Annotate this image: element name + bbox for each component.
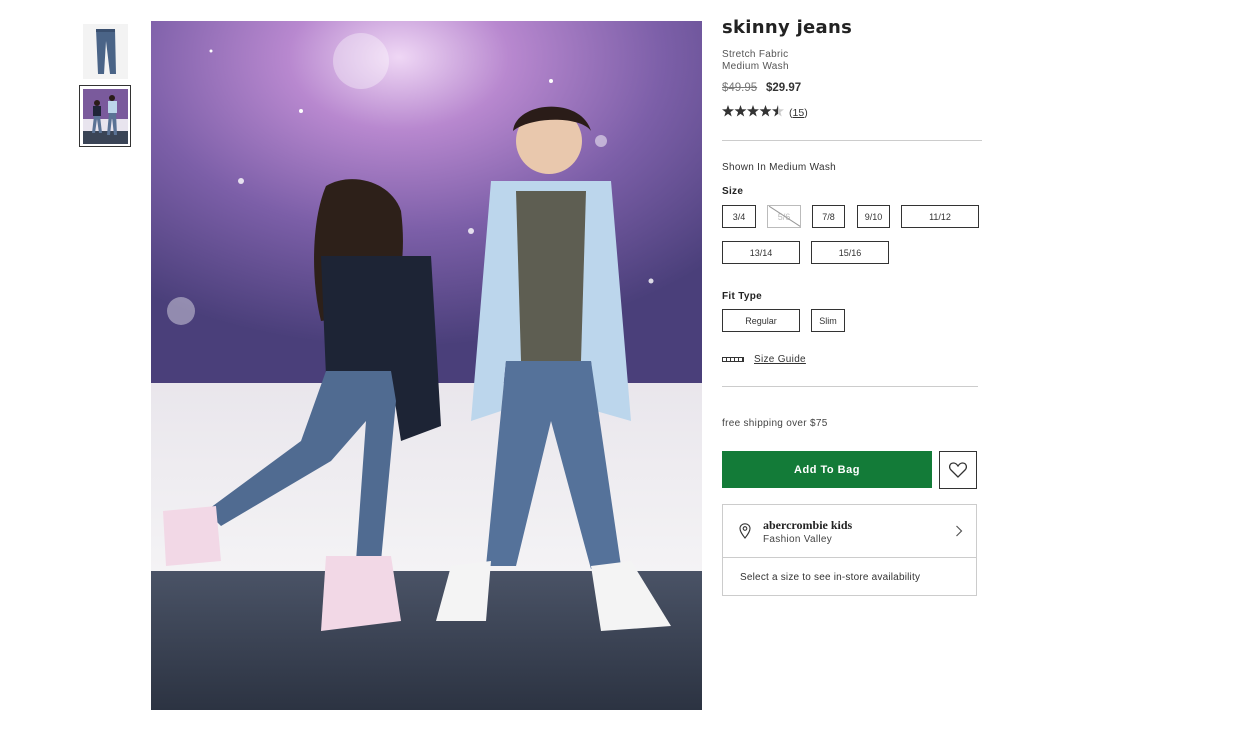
size-label: Size [722,186,744,197]
jeans-thumbnail-icon [83,24,128,79]
original-price: $49.95 [722,82,758,94]
add-to-bag-button[interactable]: Add To Bag [722,451,932,488]
fit-option-regular[interactable]: Regular [722,309,800,332]
fit-type-label: Fit Type [722,291,762,302]
product-hero-image [151,21,702,710]
ruler-icon [722,357,744,362]
product-feature-fabric: Stretch Fabric [722,49,789,60]
product-thumbnail-jeans[interactable] [83,24,128,79]
store-location: Fashion Valley [763,534,833,545]
location-pin-icon [739,523,751,539]
product-feature-wash: Medium Wash [722,61,789,72]
size-option-13-14[interactable]: 13/14 [722,241,800,264]
store-availability-panel: abercrombie kids Fashion Valley Select a… [722,504,977,596]
rating-stars [722,105,784,120]
size-guide-label[interactable]: Size Guide [754,354,806,365]
size-guide-link[interactable]: Size Guide [722,354,806,365]
size-option-7-8[interactable]: 7/8 [812,205,845,228]
product-title: skinny jeans [722,17,853,38]
size-option-9-10[interactable]: 9/10 [857,205,890,228]
size-option-3-4[interactable]: 3/4 [722,205,756,228]
size-option-11-12[interactable]: 11/12 [901,205,979,228]
wishlist-button[interactable] [939,451,977,489]
divider [722,140,982,141]
size-option-15-16[interactable]: 15/16 [811,241,889,264]
star-rating-icon [722,105,784,117]
sale-price: $29.97 [766,82,802,94]
heart-icon [949,462,967,478]
unavailable-slash-icon [768,206,800,227]
kids-in-jeans-photo-icon [151,21,702,710]
size-option-5-6-unavailable[interactable]: 5/6 [767,205,801,228]
review-count[interactable]: 15 [793,107,805,119]
divider [722,386,978,387]
review-count-link[interactable]: (15) [789,107,808,119]
store-selector[interactable]: abercrombie kids Fashion Valley [723,505,976,558]
chevron-right-icon [956,525,963,537]
shipping-note: free shipping over $75 [722,418,828,429]
store-brand-name: abercrombie kids [763,518,853,532]
shown-in-label: Shown In Medium Wash [722,162,837,173]
fit-option-slim[interactable]: Slim [811,309,845,332]
thumbnail-selected-frame [79,85,131,147]
store-availability-note: Select a size to see in-store availabili… [740,572,921,583]
